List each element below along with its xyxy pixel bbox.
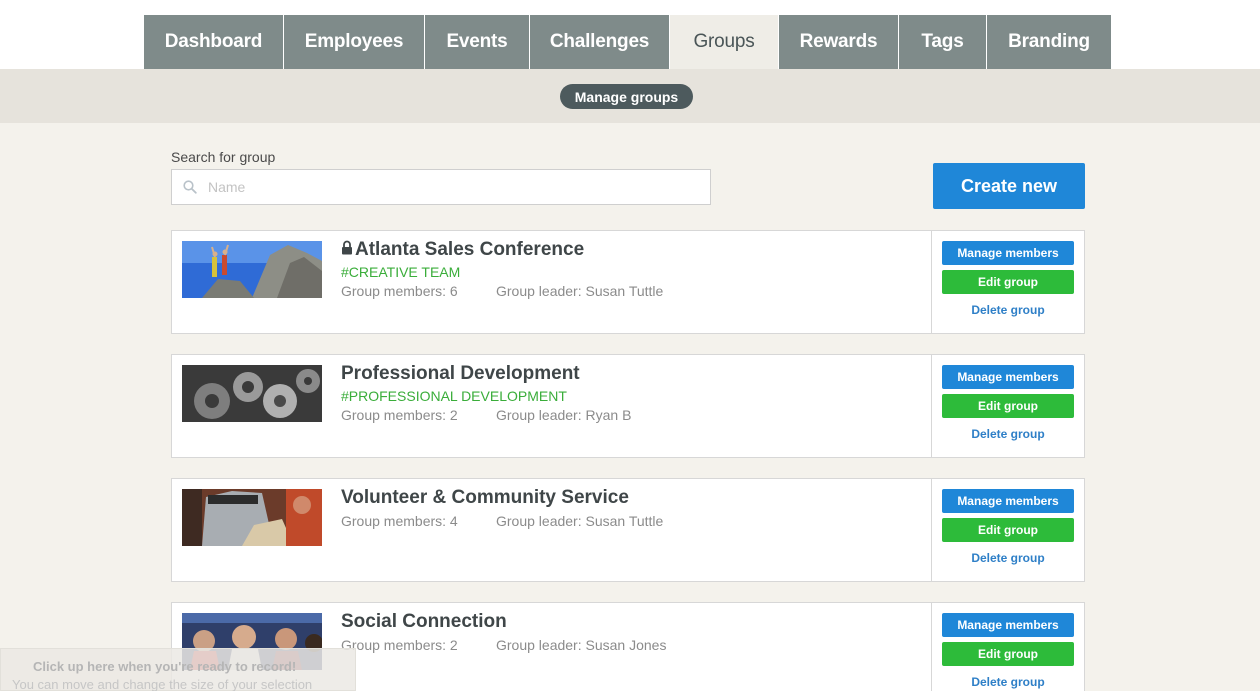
group-title[interactable]: Social Connection <box>341 611 507 633</box>
lock-icon <box>341 239 353 261</box>
tab-dashboard[interactable]: Dashboard <box>144 15 284 69</box>
group-tag: #CREATIVE TEAM <box>341 264 461 280</box>
group-info: Social Connection Group members: 2 Group… <box>341 611 666 653</box>
main-nav-tabs: Dashboard Employees Events Challenges Gr… <box>144 15 1111 69</box>
tab-events[interactable]: Events <box>425 15 530 69</box>
group-leader: Group leader: Ryan B <box>496 407 632 423</box>
group-actions: Manage members Edit group Delete group <box>931 603 1084 691</box>
group-members-count: Group members: 2 <box>341 407 458 423</box>
recording-hint-overlay[interactable]: Click up here when you're ready to recor… <box>0 648 356 691</box>
edit-group-button[interactable]: Edit group <box>942 642 1074 666</box>
search-icon <box>172 170 208 204</box>
tab-tags[interactable]: Tags <box>899 15 987 69</box>
manage-members-button[interactable]: Manage members <box>942 241 1074 265</box>
hint-line-2: You can move and change the size of your… <box>12 677 313 691</box>
top-bar: Dashboard Employees Events Challenges Gr… <box>0 0 1260 69</box>
group-title[interactable]: Atlanta Sales Conference <box>355 239 584 261</box>
group-image-volunteer <box>182 489 322 546</box>
search-label: Search for group <box>171 149 276 165</box>
group-actions: Manage members Edit group Delete group <box>931 479 1084 581</box>
group-image-climbers <box>182 241 322 298</box>
group-actions: Manage members Edit group Delete group <box>931 231 1084 333</box>
tab-groups[interactable]: Groups <box>670 15 779 69</box>
manage-members-button[interactable]: Manage members <box>942 613 1074 637</box>
group-members-count: Group members: 4 <box>341 513 458 529</box>
group-tag: #PROFESSIONAL DEVELOPMENT <box>341 388 567 404</box>
manage-members-button[interactable]: Manage members <box>942 365 1074 389</box>
group-title[interactable]: Professional Development <box>341 363 580 385</box>
tab-challenges[interactable]: Challenges <box>530 15 670 69</box>
group-card: Atlanta Sales Conference #CREATIVE TEAM … <box>171 230 1085 334</box>
group-info: Volunteer & Community Service Group memb… <box>341 487 663 529</box>
search-input[interactable] <box>208 179 688 195</box>
group-leader: Group leader: Susan Tuttle <box>496 513 664 529</box>
hint-line-1: Click up here when you're ready to recor… <box>33 659 297 674</box>
group-actions: Manage members Edit group Delete group <box>931 355 1084 457</box>
create-new-button[interactable]: Create new <box>933 163 1085 209</box>
delete-group-link[interactable]: Delete group <box>942 425 1074 443</box>
tab-branding[interactable]: Branding <box>987 15 1111 69</box>
group-card: Volunteer & Community Service Group memb… <box>171 478 1085 582</box>
delete-group-link[interactable]: Delete group <box>942 673 1074 691</box>
manage-groups-pill[interactable]: Manage groups <box>560 84 693 109</box>
manage-members-button[interactable]: Manage members <box>942 489 1074 513</box>
group-leader: Group leader: Susan Tuttle <box>496 283 664 299</box>
edit-group-button[interactable]: Edit group <box>942 518 1074 542</box>
search-box[interactable] <box>171 169 711 205</box>
group-leader: Group leader: Susan Jones <box>496 637 667 653</box>
group-members-count: Group members: 6 <box>341 283 458 299</box>
group-members-count: Group members: 2 <box>341 637 458 653</box>
tab-rewards[interactable]: Rewards <box>779 15 899 69</box>
tab-employees[interactable]: Employees <box>284 15 425 69</box>
delete-group-link[interactable]: Delete group <box>942 301 1074 319</box>
group-info: Professional Development #PROFESSIONAL D… <box>341 363 631 423</box>
edit-group-button[interactable]: Edit group <box>942 394 1074 418</box>
group-image-gears <box>182 365 322 422</box>
delete-group-link[interactable]: Delete group <box>942 549 1074 567</box>
group-info: Atlanta Sales Conference #CREATIVE TEAM … <box>341 239 663 299</box>
group-card: Professional Development #PROFESSIONAL D… <box>171 354 1085 458</box>
group-title[interactable]: Volunteer & Community Service <box>341 487 629 509</box>
edit-group-button[interactable]: Edit group <box>942 270 1074 294</box>
